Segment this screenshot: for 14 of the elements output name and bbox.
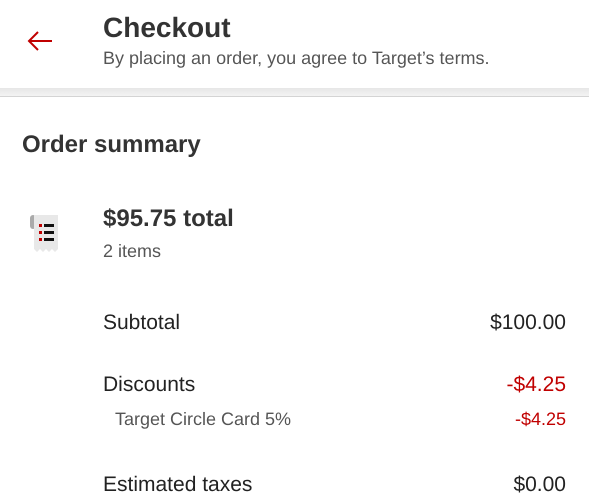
item-count: 2 items (103, 241, 162, 262)
line-amount: -$4.25 (506, 373, 566, 397)
line-label: Estimated taxes (103, 473, 252, 497)
section-heading: Order summary (22, 131, 202, 159)
line-label: Discounts (103, 373, 196, 397)
terms-notice: By placing an order, you agree to Target’s terms. (103, 48, 490, 69)
line-amount: -$4.25 (514, 408, 566, 430)
order-total: $95.75 total (103, 205, 234, 233)
line-label: Subtotal (103, 311, 180, 335)
line-amount: $0.00 (513, 473, 566, 497)
back-arrow-icon[interactable] (27, 31, 53, 51)
line-amount: $100.00 (490, 311, 566, 335)
page-title: Checkout (103, 12, 232, 44)
line-label: Target Circle Card 5% (115, 408, 292, 430)
